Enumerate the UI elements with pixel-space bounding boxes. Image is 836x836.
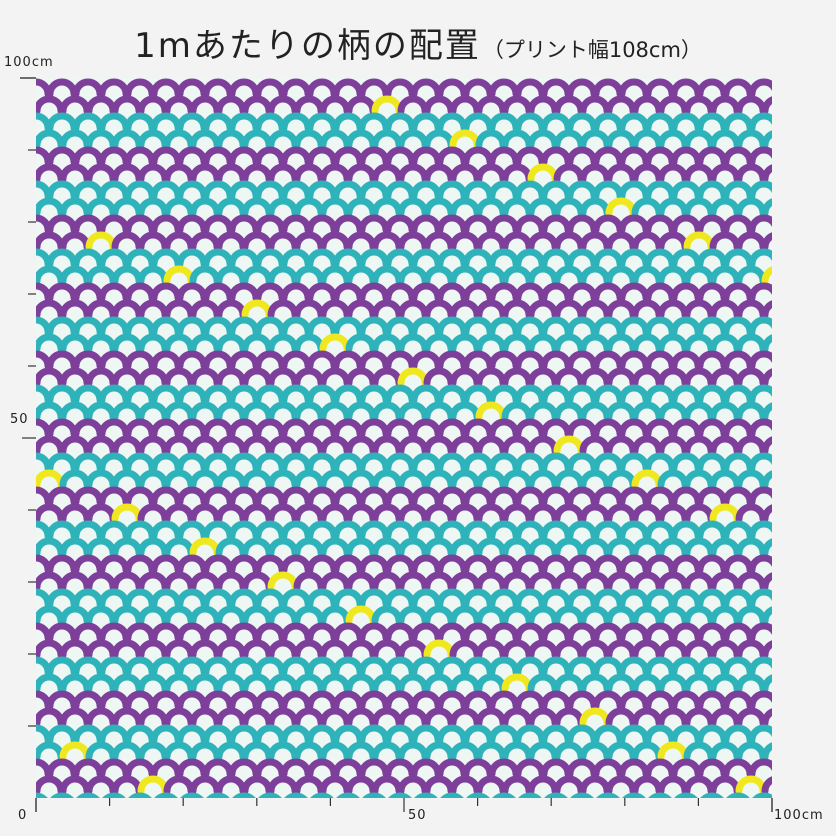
ruler — [20, 77, 773, 812]
